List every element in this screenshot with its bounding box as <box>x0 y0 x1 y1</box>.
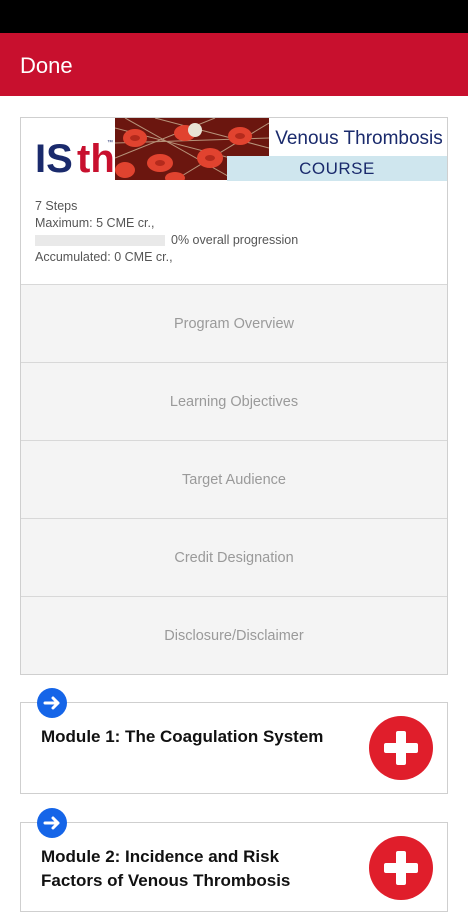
app-bar: Done <box>0 33 468 96</box>
menu-label: Learning Objectives <box>169 393 299 410</box>
isth-logo: IS th ™ <box>35 130 115 190</box>
menu-learning-objectives[interactable]: Learning Objectives <box>21 362 447 440</box>
course-meta: 7 Steps Maximum: 5 CME cr., 0% overall p… <box>35 198 298 266</box>
add-module-button[interactable] <box>369 836 433 900</box>
module-title: Module 1: The Coagulation System <box>41 727 324 746</box>
steps-count: 7 Steps <box>35 199 78 213</box>
progress-row: 0% overall progression <box>35 232 298 249</box>
done-button[interactable]: Done <box>20 53 73 79</box>
svg-text:™: ™ <box>107 139 113 146</box>
menu-program-overview[interactable]: Program Overview <box>21 284 447 362</box>
menu-label: Program Overview <box>173 315 295 332</box>
course-badge: COURSE <box>227 156 447 181</box>
progress-bar <box>35 235 165 246</box>
menu-credit-designation[interactable]: Credit Designation <box>21 518 447 596</box>
module-title: Module 2: Incidence and Risk Factors of … <box>41 847 291 890</box>
plus-icon <box>384 731 418 765</box>
arrow-right-icon[interactable] <box>37 808 67 838</box>
arrow-right-icon[interactable] <box>37 688 67 718</box>
module-card-2[interactable]: Module 2: Incidence and Risk Factors of … <box>20 822 448 912</box>
course-title: Venous Thrombosis <box>275 128 443 149</box>
svg-text:IS: IS <box>35 137 73 181</box>
accumulated-credits: Accumulated: 0 CME cr., <box>35 250 173 264</box>
course-header: IS th ™ Venous Thrombosis COURSE 7 Steps… <box>21 118 447 284</box>
menu-target-audience[interactable]: Target Audience <box>21 440 447 518</box>
progress-label: 0% overall progression <box>171 233 299 247</box>
maximum-credits: Maximum: 5 CME cr., <box>35 216 155 230</box>
course-card: IS th ™ Venous Thrombosis COURSE 7 Steps… <box>20 117 448 675</box>
menu-label: Target Audience <box>182 471 286 488</box>
module-card-1[interactable]: Module 1: The Coagulation System <box>20 702 448 794</box>
menu-disclosure[interactable]: Disclosure/Disclaimer <box>21 596 447 674</box>
menu-label: Credit Designation <box>174 549 294 566</box>
status-bar <box>0 0 468 33</box>
add-module-button[interactable] <box>369 716 433 780</box>
plus-icon <box>384 851 418 885</box>
menu-label: Disclosure/Disclaimer <box>164 627 304 644</box>
